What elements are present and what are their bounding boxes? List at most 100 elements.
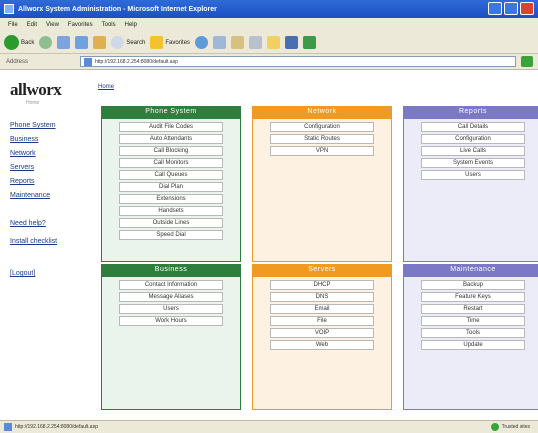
link-restart[interactable]: Restart [421,304,525,314]
link-reports-configuration[interactable]: Configuration [421,134,525,144]
window-titlebar: Allworx System Administration - Microsof… [0,0,538,18]
link-system-events[interactable]: System Events [421,158,525,168]
allworx-logo: allworx [10,80,62,99]
sidebar-link-servers[interactable]: Servers [10,164,34,171]
close-button[interactable] [520,2,534,15]
panel-phone-system: Phone System Audit File Codes Auto Atten… [101,106,241,262]
back-button[interactable]: Back [4,35,34,50]
window-title: Allworx System Administration - Microsof… [18,5,217,13]
link-static-routes[interactable]: Static Routes [270,134,374,144]
link-contact-information[interactable]: Contact Information [119,280,223,290]
folder-icon[interactable] [267,36,281,49]
sidebar-link-maintenance[interactable]: Maintenance [10,192,50,199]
page-icon [84,58,92,66]
link-extensions[interactable]: Extensions [119,194,223,204]
link-update[interactable]: Update [421,340,525,350]
go-arrow-icon [521,56,533,67]
panel-title: Business [101,264,241,276]
minimize-button[interactable] [488,2,502,15]
favorites-button[interactable]: Favorites [150,36,190,49]
menu-tools[interactable]: Tools [102,22,116,28]
menu-help[interactable]: Help [125,22,137,28]
link-message-aliases[interactable]: Message Aliases [119,292,223,302]
history-icon[interactable] [213,36,227,49]
sidebar-link-help[interactable]: Need help? [10,220,46,227]
link-time[interactable]: Time [421,316,525,326]
research-icon[interactable] [303,36,317,49]
sidebar-link-install-checklist[interactable]: Install checklist [10,238,57,245]
link-dns[interactable]: DNS [270,292,374,302]
link-dial-plan[interactable]: Dial Plan [119,182,223,192]
stop-icon[interactable] [57,36,71,49]
logout-link[interactable]: [Logout] [10,270,35,277]
link-reports-users[interactable]: Users [421,170,525,180]
panel-title: Servers [252,264,392,276]
link-web[interactable]: Web [270,340,374,350]
forward-arrow-icon[interactable] [39,36,53,49]
mail-icon[interactable] [231,36,245,49]
address-bar: Address http://192.168.2.254:8080/defaul… [0,54,538,70]
sidebar-link-business[interactable]: Business [10,136,38,143]
panel-title: Network [252,106,392,118]
messenger-icon[interactable] [285,36,299,49]
link-auto-attendants[interactable]: Auto Attendants [119,134,223,144]
security-zone: Trusted sites [490,423,530,431]
search-icon [111,36,125,49]
toolbar: Back Search Favorites [0,32,538,54]
star-icon [150,36,164,49]
sidebar-link-phone-system[interactable]: Phone System [10,122,56,129]
menu-edit[interactable]: Edit [27,22,37,28]
panel-title: Reports [403,106,538,118]
link-file[interactable]: File [270,316,374,326]
panel-network: Network Configuration Static Routes VPN [252,106,392,262]
logo-tagline: Home [26,100,40,106]
link-handsets[interactable]: Handsets [119,206,223,216]
media-icon[interactable] [195,36,209,49]
link-dhcp[interactable]: DHCP [270,280,374,290]
link-network-configuration[interactable]: Configuration [270,122,374,132]
ie-icon [4,4,14,14]
page-content: allworx Home Phone System Business Netwo… [0,70,538,420]
link-call-queues[interactable]: Call Queues [119,170,223,180]
link-feature-keys[interactable]: Feature Keys [421,292,525,302]
trusted-sites-icon [490,423,499,431]
link-outside-lines[interactable]: Outside Lines [119,218,223,228]
status-bar: http://192.168.2.254:8080/default.asp Tr… [0,420,538,433]
link-call-details[interactable]: Call Details [421,122,525,132]
menu-view[interactable]: View [46,22,59,28]
link-call-blocking[interactable]: Call Blocking [119,146,223,156]
home-icon[interactable] [93,36,107,49]
menu-file[interactable]: File [8,22,18,28]
panel-title: Maintenance [403,264,538,276]
page-status-icon [4,423,12,431]
sidebar-link-network[interactable]: Network [10,150,36,157]
status-url: http://192.168.2.254:8080/default.asp [15,424,98,430]
link-business-users[interactable]: Users [119,304,223,314]
address-input[interactable]: http://192.168.2.254:8080/default.asp [80,56,516,67]
link-email[interactable]: Email [270,304,374,314]
maximize-button[interactable] [504,2,518,15]
refresh-icon[interactable] [75,36,89,49]
go-button[interactable] [516,56,538,67]
panel-servers: Servers DHCP DNS Email File VOIP Web [252,264,392,410]
panel-title: Phone System [101,106,241,118]
panel-reports: Reports Call Details Configuration Live … [403,106,538,262]
menu-favorites[interactable]: Favorites [68,22,93,28]
link-live-calls[interactable]: Live Calls [421,146,525,156]
link-work-hours[interactable]: Work Hours [119,316,223,326]
search-button[interactable]: Search [111,36,145,49]
link-call-monitors[interactable]: Call Monitors [119,158,223,168]
sidebar-link-reports[interactable]: Reports [10,178,35,185]
panel-maintenance: Maintenance Backup Feature Keys Restart … [403,264,538,410]
breadcrumb-home[interactable]: Home [98,84,114,90]
link-tools[interactable]: Tools [421,328,525,338]
menu-bar: File Edit View Favorites Tools Help [0,18,538,32]
link-audit-file-codes[interactable]: Audit File Codes [119,122,223,132]
link-speed-dial[interactable]: Speed Dial [119,230,223,240]
sidebar: allworx Home Phone System Business Netwo… [0,70,88,420]
link-backup[interactable]: Backup [421,280,525,290]
panel-business: Business Contact Information Message Ali… [101,264,241,410]
print-icon[interactable] [249,36,263,49]
link-vpn[interactable]: VPN [270,146,374,156]
link-voip[interactable]: VOIP [270,328,374,338]
